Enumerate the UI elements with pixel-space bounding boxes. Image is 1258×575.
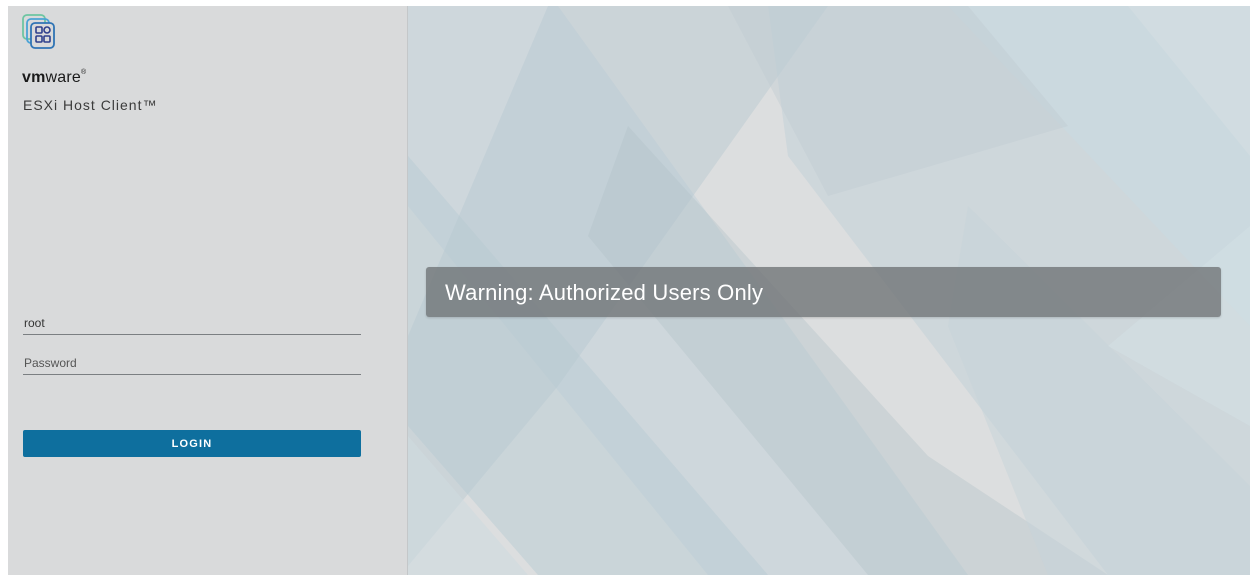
background-panel: Warning: Authorized Users Only (408, 6, 1250, 575)
vmware-logo-vm: vm (22, 69, 46, 86)
login-panel: vmware® ESXi Host Client™ LOGIN (8, 6, 408, 575)
vmware-esxi-logo-icon (22, 14, 55, 49)
vmware-logo-ware: ware (45, 69, 82, 86)
username-input[interactable] (23, 315, 361, 335)
product-title: ESXi Host Client™ (23, 97, 158, 113)
registered-mark: ® (81, 69, 87, 76)
warning-banner: Warning: Authorized Users Only (426, 267, 1221, 317)
password-input[interactable] (23, 355, 361, 375)
warning-message: Warning: Authorized Users Only (445, 280, 764, 305)
login-button[interactable]: LOGIN (23, 430, 361, 457)
vmware-logo: vmware® (22, 69, 86, 87)
login-page: vmware® ESXi Host Client™ LOGIN Warning:… (8, 6, 1250, 575)
